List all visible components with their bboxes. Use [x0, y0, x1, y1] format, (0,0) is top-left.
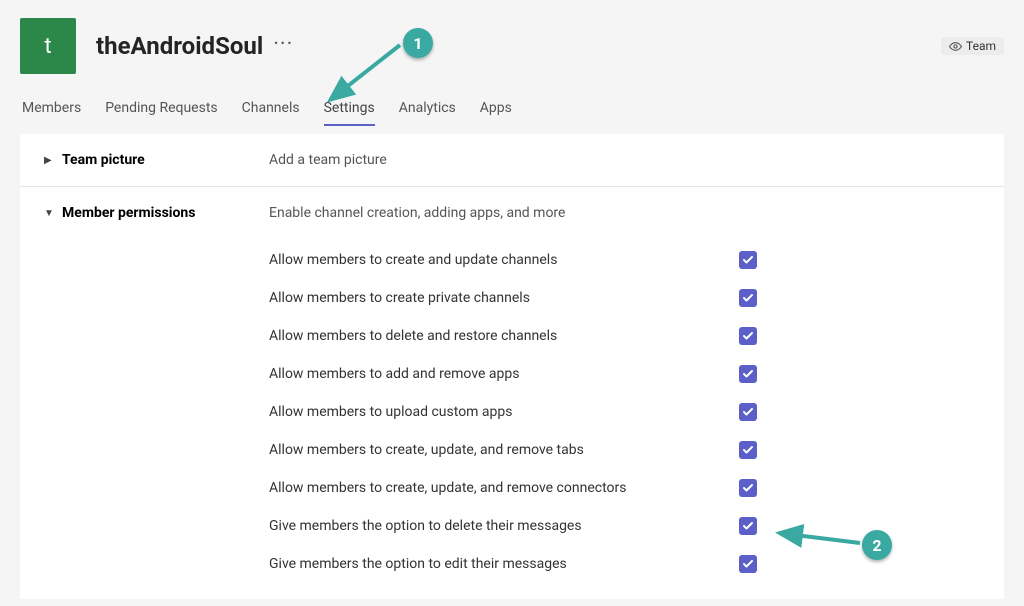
permission-label: Allow members to create and update chann…: [269, 252, 739, 268]
permission-label: Give members the option to delete their …: [269, 518, 739, 534]
team-header: t theAndroidSoul ··· Team: [0, 10, 1024, 94]
chevron-down-icon: ▼: [44, 208, 54, 219]
permission-row: Allow members to create and update chann…: [44, 241, 1004, 279]
permission-row: Allow members to add and remove apps: [44, 355, 1004, 393]
permission-row: Allow members to delete and restore chan…: [44, 317, 1004, 355]
permission-checkbox[interactable]: [739, 289, 757, 307]
permission-label: Give members the option to edit their me…: [269, 556, 739, 572]
permission-label: Allow members to create, update, and rem…: [269, 442, 739, 458]
permission-label: Allow members to delete and restore chan…: [269, 328, 739, 344]
section-member-permissions: ▼ Member permissions Enable channel crea…: [20, 187, 1004, 599]
permission-row: Allow members to create, update, and rem…: [44, 469, 1004, 507]
permission-label: Allow members to create, update, and rem…: [269, 480, 739, 496]
team-visibility-label: Team: [966, 39, 996, 53]
permission-row: Give members the option to edit their me…: [44, 545, 1004, 583]
tab-channels[interactable]: Channels: [242, 94, 300, 126]
chevron-right-icon: ▶: [44, 155, 54, 166]
permission-checkbox[interactable]: [739, 441, 757, 459]
eye-icon: [949, 40, 962, 53]
permission-row: Allow members to create private channels: [44, 279, 1004, 317]
permission-checkbox[interactable]: [739, 365, 757, 383]
tab-bar: Members Pending Requests Channels Settin…: [0, 94, 1024, 126]
section-subtitle: Add a team picture: [269, 152, 387, 168]
permission-row: Allow members to upload custom apps: [44, 393, 1004, 431]
permission-checkbox[interactable]: [739, 327, 757, 345]
permission-label: Allow members to upload custom apps: [269, 404, 739, 420]
tab-members[interactable]: Members: [22, 94, 81, 126]
team-avatar: t: [20, 18, 76, 74]
section-subtitle: Enable channel creation, adding apps, an…: [269, 205, 565, 221]
more-options-icon[interactable]: ···: [273, 32, 293, 57]
section-title: Member permissions: [62, 205, 195, 221]
section-toggle-member-permissions[interactable]: ▼ Member permissions: [44, 205, 269, 221]
tab-apps[interactable]: Apps: [480, 94, 512, 126]
permission-row: Allow members to create, update, and rem…: [44, 431, 1004, 469]
permission-checkbox[interactable]: [739, 479, 757, 497]
permission-label: Allow members to add and remove apps: [269, 366, 739, 382]
section-team-picture: ▶ Team picture Add a team picture: [20, 134, 1004, 187]
permission-checkbox[interactable]: [739, 517, 757, 535]
team-title: theAndroidSoul: [96, 32, 263, 60]
team-visibility-badge[interactable]: Team: [941, 37, 1004, 55]
tab-settings[interactable]: Settings: [324, 94, 375, 126]
permission-row: Give members the option to delete their …: [44, 507, 1004, 545]
tab-analytics[interactable]: Analytics: [399, 94, 456, 126]
section-title: Team picture: [62, 152, 145, 168]
permission-checkbox[interactable]: [739, 403, 757, 421]
section-toggle-team-picture[interactable]: ▶ Team picture: [44, 152, 269, 168]
permission-checkbox[interactable]: [739, 555, 757, 573]
permission-label: Allow members to create private channels: [269, 290, 739, 306]
tab-pending-requests[interactable]: Pending Requests: [105, 94, 217, 126]
settings-content: ▶ Team picture Add a team picture ▼ Memb…: [20, 134, 1004, 599]
permission-checkbox[interactable]: [739, 251, 757, 269]
